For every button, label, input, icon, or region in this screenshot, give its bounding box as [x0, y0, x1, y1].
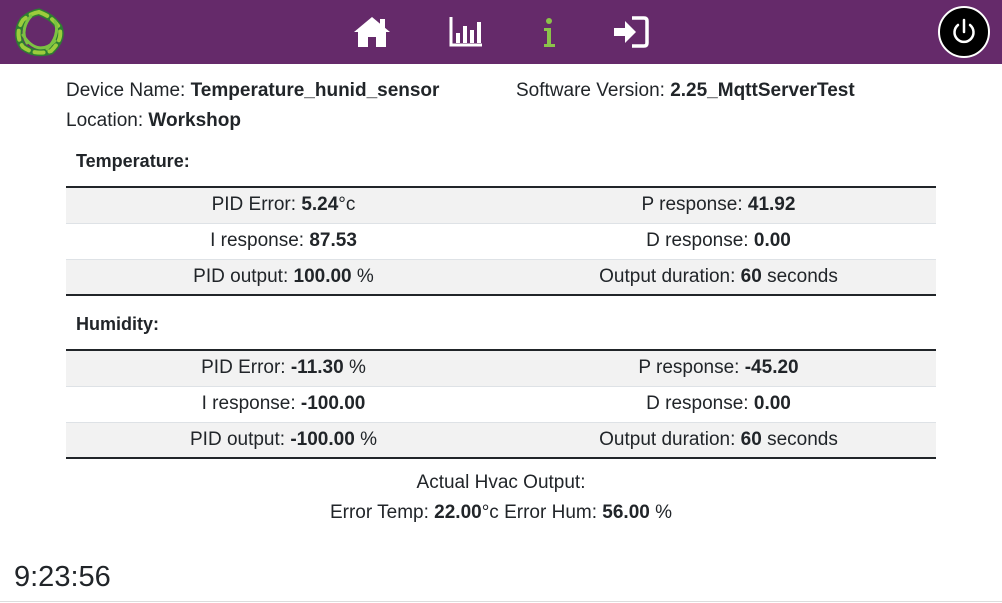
- hum-output-duration-label: Output duration:: [599, 428, 736, 450]
- hum-d-response-label: D response:: [646, 393, 749, 414]
- hum-output-duration-cell: Output duration: 60 seconds: [501, 421, 936, 459]
- hvac-error-hum-value: 56.00: [602, 502, 650, 523]
- hum-pid-error-label: PID Error:: [201, 357, 286, 379]
- humidity-title: Humidity:: [76, 314, 159, 334]
- device-name-value: Temperature_hunid_sensor: [190, 80, 440, 101]
- temp-output-duration-unit: seconds: [767, 265, 838, 287]
- temperature-table: PID Error: 5.24°c P response: 41.92 I re…: [66, 186, 936, 296]
- power-icon: [953, 18, 975, 44]
- temp-i-response-cell: I response: 87.53: [66, 222, 501, 259]
- humidity-table: PID Error: -11.30 % P response: -45.20 I…: [66, 349, 936, 459]
- temp-d-response-cell: D response: 0.00: [501, 222, 936, 259]
- temp-pid-output-unit: %: [356, 265, 374, 287]
- info-icon[interactable]: [536, 14, 562, 50]
- table-row: PID Error: 5.24°c P response: 41.92: [66, 186, 936, 223]
- temp-output-duration-label: Output duration:: [599, 265, 736, 287]
- temp-pid-error-value: 5.24: [301, 194, 339, 216]
- hvac-error-hum-label: Error Hum:: [504, 502, 597, 523]
- temp-pid-error-label: PID Error:: [211, 194, 297, 216]
- device-name-line: Device Name: Temperature_hunid_sensor: [66, 80, 439, 102]
- hum-d-response-cell: D response: 0.00: [501, 385, 936, 422]
- temp-pid-output-cell: PID output: 100.00 %: [66, 258, 501, 296]
- hvac-error-temp-label: Error Temp:: [329, 502, 429, 523]
- software-version-line: Software Version: 2.25_MqttServerTest: [516, 80, 855, 102]
- temp-d-response-value: 0.00: [753, 230, 791, 251]
- table-row: I response: 87.53 D response: 0.00: [66, 222, 936, 259]
- location-line: Location: Workshop: [66, 110, 241, 132]
- device-name-label: Device Name:: [66, 80, 186, 101]
- hum-output-duration-value: 60: [740, 428, 762, 450]
- hvac-error-temp-value: 22.00: [434, 502, 482, 523]
- temp-pid-error-cell: PID Error: 5.24°c: [66, 186, 501, 223]
- temp-p-response-cell: P response: 41.92: [501, 186, 936, 223]
- hvac-error-temp-unit: °c: [481, 502, 499, 523]
- temp-pid-output-label: PID output:: [193, 265, 289, 287]
- hvac-error-hum-unit: %: [655, 502, 673, 523]
- hum-output-duration-unit: seconds: [767, 428, 838, 450]
- power-button[interactable]: [938, 6, 990, 58]
- clock: 9:23:56: [14, 561, 111, 593]
- app-logo-icon[interactable]: [11, 7, 67, 57]
- hum-p-response-cell: P response: -45.20: [501, 349, 936, 386]
- footer-divider: [0, 601, 1002, 602]
- hum-pid-output-unit: %: [360, 428, 377, 450]
- hum-i-response-value: -100.00: [300, 393, 366, 414]
- software-version-value: 2.25_MqttServerTest: [670, 80, 855, 101]
- top-navbar: [0, 0, 1002, 64]
- temp-output-duration-value: 60: [740, 265, 762, 287]
- table-row: I response: -100.00 D response: 0.00: [66, 385, 936, 422]
- home-icon[interactable]: [352, 14, 392, 50]
- table-row: PID Error: -11.30 % P response: -45.20: [66, 349, 936, 386]
- temp-p-response-label: P response:: [641, 194, 743, 216]
- bar-chart-icon[interactable]: [447, 14, 485, 50]
- hum-i-response-cell: I response: -100.00: [66, 385, 501, 422]
- hum-pid-output-label: PID output:: [190, 428, 286, 450]
- temp-i-response-value: 87.53: [309, 230, 357, 251]
- hum-p-response-value: -45.20: [744, 357, 799, 379]
- table-row: PID output: -100.00 % Output duration: 6…: [66, 421, 936, 459]
- temperature-title: Temperature:: [76, 151, 190, 171]
- table-row: PID output: 100.00 % Output duration: 60…: [66, 258, 936, 296]
- software-version-label: Software Version:: [516, 80, 665, 101]
- sign-in-icon[interactable]: [612, 14, 650, 50]
- location-value: Workshop: [148, 110, 241, 131]
- hum-p-response-label: P response:: [638, 357, 740, 379]
- hum-pid-error-cell: PID Error: -11.30 %: [66, 349, 501, 386]
- temp-i-response-label: I response:: [210, 230, 305, 251]
- temp-p-response-value: 41.92: [747, 194, 796, 216]
- hum-pid-output-value: -100.00: [290, 428, 355, 450]
- hum-pid-error-unit: %: [348, 357, 366, 379]
- temp-output-duration-cell: Output duration: 60 seconds: [501, 258, 936, 296]
- hvac-output-title: Actual Hvac Output:: [416, 472, 586, 493]
- hum-i-response-label: I response:: [201, 393, 296, 414]
- temp-d-response-label: D response:: [646, 230, 749, 251]
- hum-pid-error-value: -11.30: [290, 357, 344, 379]
- temp-pid-error-unit: °c: [338, 194, 356, 216]
- location-label: Location:: [66, 110, 144, 131]
- hum-pid-output-cell: PID output: -100.00 %: [66, 421, 501, 459]
- hvac-output-line: Error Temp: 22.00°c Error Hum: 56.00 %: [0, 502, 1002, 524]
- temp-pid-output-value: 100.00: [293, 265, 352, 287]
- hum-d-response-value: 0.00: [753, 393, 791, 414]
